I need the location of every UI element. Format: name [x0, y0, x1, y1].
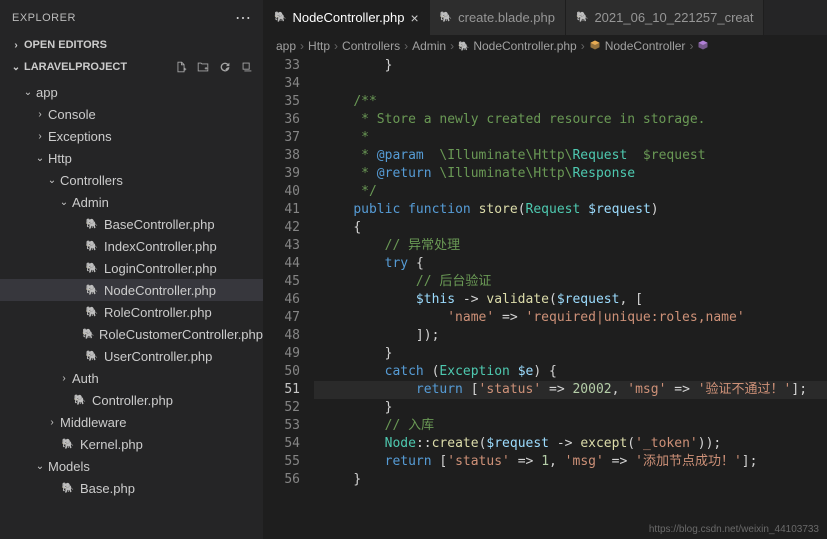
class-icon [589, 39, 601, 54]
chevron-right-icon: › [8, 40, 24, 51]
php-file-icon: 🐘 [84, 238, 100, 254]
breadcrumb-item[interactable]: Admin [412, 39, 446, 53]
tree-label: BaseController.php [104, 217, 215, 232]
chevron-icon: ⌄ [32, 153, 48, 164]
tree-label: Exceptions [48, 129, 112, 144]
tree-label: Console [48, 107, 96, 122]
file-item[interactable]: 🐘 Base.php [0, 477, 263, 499]
tree-label: NodeController.php [104, 283, 216, 298]
php-file-icon: 🐘 [60, 436, 76, 452]
collapse-all-icon[interactable] [239, 59, 255, 75]
project-header[interactable]: ⌄ LARAVELPROJECT [0, 55, 263, 79]
tree-label: app [36, 85, 58, 100]
sidebar-more-icon[interactable]: ⋯ [235, 8, 251, 28]
php-file-icon: 🐘 [274, 12, 286, 23]
php-file-icon: 🐘 [84, 348, 100, 364]
file-item[interactable]: 🐘 RoleController.php [0, 301, 263, 323]
editor-tabs: 🐘 NodeController.php × 🐘 create.blade.php 🐘 20… [264, 0, 827, 35]
folder-item[interactable]: ›Auth [0, 367, 263, 389]
tree-label: Models [48, 459, 90, 474]
breadcrumb-item[interactable]: NodeController [605, 39, 686, 53]
php-file-icon: 🐘 [81, 326, 94, 342]
file-item[interactable]: 🐘 RoleCustomerController.php [0, 323, 263, 345]
tree-label: Middleware [60, 415, 126, 430]
new-folder-icon[interactable] [195, 59, 211, 75]
tree-label: Kernel.php [80, 437, 143, 452]
project-actions [173, 59, 255, 75]
tree-label: Auth [72, 371, 99, 386]
open-editors-section[interactable]: › OPEN EDITORS [0, 35, 263, 55]
tree-label: Base.php [80, 481, 135, 496]
folder-item[interactable]: ⌄Models [0, 455, 263, 477]
breadcrumb-item[interactable]: Http [308, 39, 330, 53]
folder-item[interactable]: ⌄Http [0, 147, 263, 169]
php-file-icon: 🐘 [72, 392, 88, 408]
folder-item[interactable]: ⌄Admin [0, 191, 263, 213]
code-content[interactable]: } /** * Store a newly created resource i… [314, 57, 827, 539]
folder-item[interactable]: ›Console [0, 103, 263, 125]
close-icon[interactable]: × [410, 10, 418, 26]
chevron-icon: › [32, 131, 48, 142]
main-area: 🐘 NodeController.php × 🐘 create.blade.php 🐘 20… [264, 0, 827, 539]
sidebar: EXPLORER ⋯ › OPEN EDITORS ⌄ LARAVELPROJE… [0, 0, 264, 539]
tree-label: Controller.php [92, 393, 173, 408]
file-item[interactable]: 🐘 Kernel.php [0, 433, 263, 455]
tab-label: 2021_06_10_221257_creat [594, 10, 753, 25]
sidebar-header: EXPLORER ⋯ [0, 0, 263, 35]
chevron-icon: ⌄ [44, 175, 60, 186]
chevron-icon: ⌄ [32, 461, 48, 472]
open-editors-label: OPEN EDITORS [24, 39, 107, 51]
php-file-icon: 🐘 [84, 282, 100, 298]
file-item[interactable]: 🐘 BaseController.php [0, 213, 263, 235]
tree-label: RoleCustomerController.php [99, 327, 263, 342]
file-item[interactable]: 🐘 Controller.php [0, 389, 263, 411]
tab-label: NodeController.php [292, 10, 404, 25]
breadcrumb[interactable]: app›Http›Controllers›Admin›🐘NodeControll… [264, 35, 827, 57]
php-file-icon: 🐘 [60, 480, 76, 496]
file-item[interactable]: 🐘 NodeController.php [0, 279, 263, 301]
folder-item[interactable]: ⌄Controllers [0, 169, 263, 191]
file-item[interactable]: 🐘 LoginController.php [0, 257, 263, 279]
php-file-icon: 🐘 [458, 41, 469, 52]
file-item[interactable]: 🐘 UserController.php [0, 345, 263, 367]
php-file-icon: 🐘 [84, 260, 100, 276]
file-item[interactable]: 🐘 IndexController.php [0, 235, 263, 257]
chevron-icon: › [44, 417, 60, 428]
chevron-icon: › [56, 373, 72, 384]
folder-item[interactable]: ›Exceptions [0, 125, 263, 147]
new-file-icon[interactable] [173, 59, 189, 75]
line-gutter: 3334353637383940414243444546474849505152… [264, 57, 314, 539]
php-file-icon: 🐘 [84, 304, 100, 320]
chevron-icon: ⌄ [56, 197, 72, 208]
tab-label: create.blade.php [458, 10, 555, 25]
code-editor[interactable]: 3334353637383940414243444546474849505152… [264, 57, 827, 539]
php-file-icon: 🐘 [84, 216, 100, 232]
chevron-icon: ⌄ [20, 87, 36, 98]
editor-tab[interactable]: 🐘 NodeController.php × [264, 0, 430, 35]
explorer-title: EXPLORER [12, 12, 76, 24]
folder-item[interactable]: ⌄app [0, 81, 263, 103]
chevron-down-icon: ⌄ [8, 62, 24, 73]
refresh-icon[interactable] [217, 59, 233, 75]
php-file-icon: 🐘 [440, 12, 452, 23]
method-icon [697, 39, 709, 54]
breadcrumb-item[interactable]: app [276, 39, 296, 53]
editor-tab[interactable]: 🐘 2021_06_10_221257_creat [566, 0, 765, 35]
chevron-icon: › [32, 109, 48, 120]
tree-label: Controllers [60, 173, 123, 188]
watermark: https://blog.csdn.net/weixin_44103733 [649, 524, 819, 535]
folder-item[interactable]: ›Middleware [0, 411, 263, 433]
tree-label: Admin [72, 195, 109, 210]
tree-label: UserController.php [104, 349, 212, 364]
breadcrumb-item[interactable]: Controllers [342, 39, 400, 53]
file-tree: ⌄app›Console›Exceptions⌄Http⌄Controllers… [0, 79, 263, 539]
tree-label: LoginController.php [104, 261, 217, 276]
project-name: LARAVELPROJECT [24, 61, 127, 73]
tree-label: IndexController.php [104, 239, 217, 254]
tree-label: Http [48, 151, 72, 166]
breadcrumb-item[interactable]: NodeController.php [473, 39, 576, 53]
editor-tab[interactable]: 🐘 create.blade.php [430, 0, 566, 35]
tree-label: RoleController.php [104, 305, 212, 320]
php-file-icon: 🐘 [576, 12, 588, 23]
